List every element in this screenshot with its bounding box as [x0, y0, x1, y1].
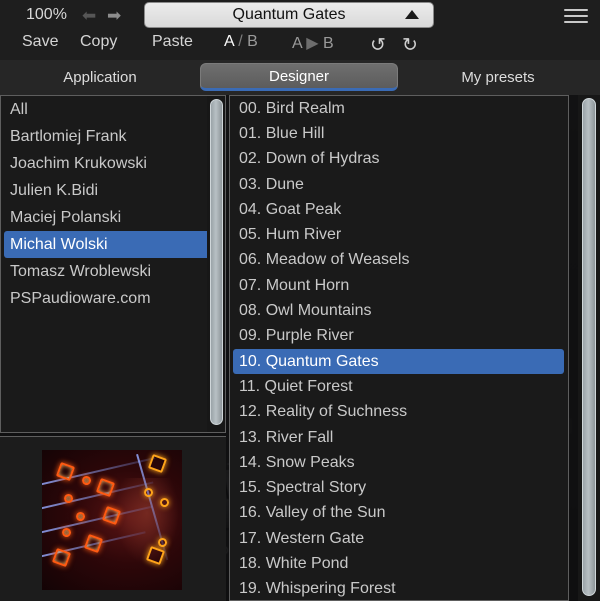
preset-list-item[interactable]: 15. Spectral Story	[230, 475, 568, 500]
tab-designer[interactable]: Designer	[200, 63, 398, 91]
designer-list-panel[interactable]: All Bartlomiej Frank Joachim Krukowski Juli…	[0, 95, 226, 433]
preset-list-item[interactable]: 02. Down of Hydras	[230, 147, 568, 172]
preset-list-item[interactable]: 13. River Fall	[230, 425, 568, 450]
preset-list-item[interactable]: 17. Western Gate	[230, 526, 568, 551]
copy-button[interactable]: Copy	[80, 33, 117, 51]
preset-list-item[interactable]: 12. Reality of Suchness	[230, 400, 568, 425]
preset-list-item[interactable]: 04. Goat Peak	[230, 197, 568, 222]
designer-list-item[interactable]: PSPaudioware.com	[1, 285, 225, 312]
preset-list-item[interactable]: 09. Purple River	[230, 324, 568, 349]
preset-list-item[interactable]: 14. Snow Peaks	[230, 450, 568, 475]
preset-list-item[interactable]: 05. Hum River	[230, 222, 568, 247]
right-arrow-icon: ▶	[306, 35, 319, 52]
preset-list-item-selected[interactable]: 10. Quantum Gates	[233, 348, 564, 375]
designer-list-item[interactable]: Tomasz Wroblewski	[1, 258, 225, 285]
preset-list-item[interactable]: 00. Bird Realm	[230, 96, 568, 121]
designer-list-item[interactable]: Julien K.Bidi	[1, 177, 225, 204]
preset-list-item[interactable]: 01. Blue Hill	[230, 121, 568, 146]
designer-list-item[interactable]: All	[1, 96, 225, 123]
hamburger-icon[interactable]	[564, 9, 588, 25]
tab-bar: Application Designer My presets	[0, 60, 600, 95]
triangle-up-icon	[405, 10, 419, 19]
preset-name-value: Quantum Gates	[232, 6, 346, 23]
ab-copy-b: B	[323, 35, 334, 52]
preset-name-dropdown[interactable]: Quantum Gates	[144, 2, 434, 28]
ab-compare-button[interactable]: A / B	[224, 33, 258, 51]
save-button[interactable]: Save	[22, 33, 58, 51]
plugin-window: WIDTHSPREADTAPGLIDEPANDRYWETDUCKBYPSPING…	[0, 0, 600, 601]
designer-scrollbar-thumb[interactable]	[210, 99, 223, 425]
tab-application[interactable]: Application	[24, 63, 176, 91]
preset-list-item[interactable]: 16. Valley of the Sun	[230, 501, 568, 526]
preset-list-item[interactable]: 19. Whispering Forest	[230, 577, 568, 600]
designer-photo-panel	[0, 436, 226, 601]
preset-list-item[interactable]: 18. White Pond	[230, 551, 568, 576]
designer-list-scrollbar[interactable]	[207, 96, 225, 432]
preset-list-item[interactable]: 06. Meadow of Weasels	[230, 248, 568, 273]
top-toolbar: 100% ⬅ ➡ Quantum Gates Save Copy Paste A…	[0, 0, 600, 60]
paste-button[interactable]: Paste	[152, 33, 193, 51]
preset-list-item[interactable]: 11. Quiet Forest	[230, 374, 568, 399]
designer-list-item-selected[interactable]: Michal Wolski	[4, 231, 221, 258]
preset-list-item[interactable]: 07. Mount Horn	[230, 273, 568, 298]
designer-list-item[interactable]: Maciej Polanski	[1, 204, 225, 231]
designer-list-item[interactable]: Bartlomiej Frank	[1, 123, 225, 150]
preset-list-panel[interactable]: 00. Bird Realm 01. Blue Hill 02. Down of H…	[229, 95, 569, 601]
prev-preset-arrow-icon[interactable]: ⬅	[82, 6, 96, 25]
preset-list-item[interactable]: 03. Dune	[230, 172, 568, 197]
ab-compare-sep: /	[238, 33, 243, 50]
zoom-level-label[interactable]: 100%	[26, 6, 67, 24]
ab-copy-a: A	[292, 35, 302, 52]
next-preset-arrow-icon[interactable]: ➡	[107, 6, 121, 25]
designer-photo	[42, 450, 182, 590]
ab-compare-b: B	[247, 33, 258, 50]
preset-scrollbar-thumb[interactable]	[582, 98, 596, 596]
preset-list-scrollbar[interactable]	[578, 95, 600, 601]
ab-copy-button[interactable]: A ▶ B	[292, 33, 334, 53]
undo-icon[interactable]: ↺	[370, 34, 386, 57]
designer-list-item[interactable]: Joachim Krukowski	[1, 150, 225, 177]
toolbar-actions-row: Save Copy Paste A / B A ▶ B ↺ ↻	[0, 30, 600, 60]
tab-my-presets[interactable]: My presets	[420, 63, 576, 91]
ab-compare-a: A	[224, 33, 234, 50]
preset-list-item[interactable]: 08. Owl Mountains	[230, 298, 568, 323]
redo-icon[interactable]: ↻	[402, 34, 418, 57]
